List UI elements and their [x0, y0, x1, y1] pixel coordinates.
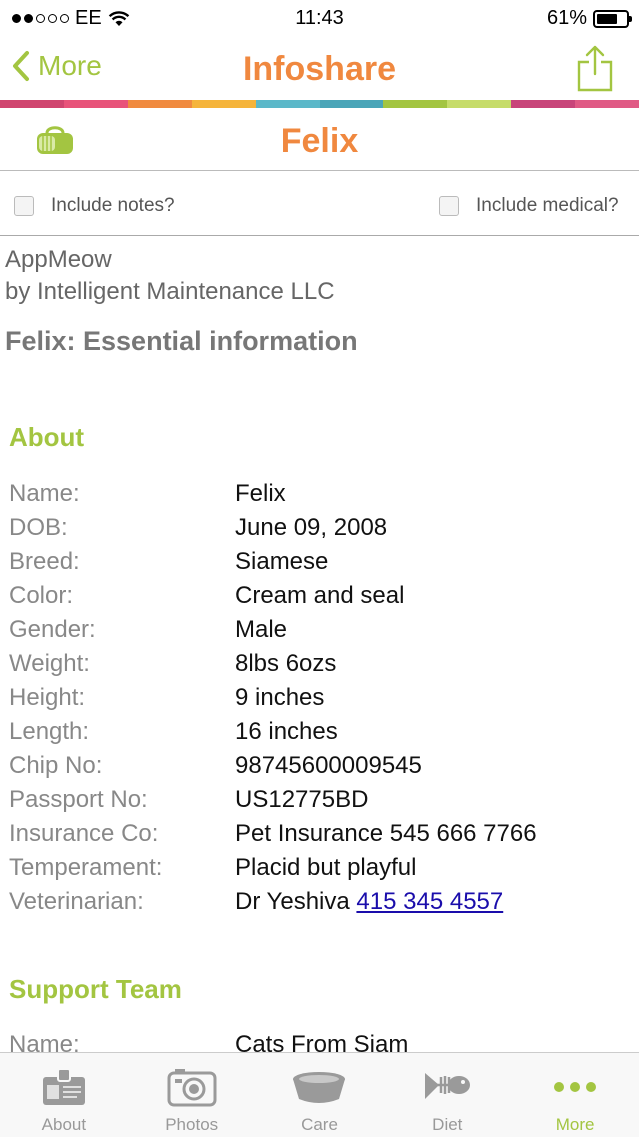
tab-label: More — [555, 1115, 595, 1134]
row-value: Cream and seal — [235, 582, 405, 609]
color-stripe — [0, 100, 639, 108]
status-bar: EE 11:43 61% — [0, 0, 639, 36]
row-value: Pet Insurance 545 666 7766 — [235, 820, 537, 847]
essential-info-title: Felix: Essential information — [5, 326, 358, 356]
infoshare-content[interactable]: AppMeow by Intelligent Maintenance LLC F… — [0, 236, 639, 1052]
include-notes-checkbox[interactable]: Include notes? — [14, 195, 175, 217]
row-value: June 09, 2008 — [235, 514, 388, 541]
tab-diet[interactable]: Diet — [383, 1053, 511, 1137]
bowl-icon — [293, 1072, 346, 1103]
publisher: by Intelligent Maintenance LLC — [5, 278, 335, 305]
row-label: Color: — [9, 582, 74, 609]
row-label: Veterinarian: — [9, 888, 144, 915]
camera-icon — [167, 1069, 217, 1107]
row-value: Male — [235, 616, 288, 643]
more-dots-icon — [554, 1082, 597, 1092]
info-row: DOB: June 09, 2008 — [9, 514, 629, 548]
tab-label: About — [41, 1115, 87, 1134]
info-row: Passport No: US12775BD — [9, 786, 629, 820]
support-team-section-title: Support Team — [9, 974, 182, 1004]
include-notes-label: Include notes? — [51, 195, 175, 216]
vet-name: Dr Yeshiva — [235, 888, 350, 915]
info-row: Insurance Co: Pet Insurance 545 666 7766 — [9, 820, 629, 854]
info-row: Chip No: 98745600009545 — [9, 752, 629, 786]
info-row: Color: Cream and seal — [9, 582, 629, 616]
include-medical-checkbox[interactable]: Include medical? — [439, 195, 619, 217]
share-button[interactable] — [577, 44, 613, 97]
info-row: Temperament: Placid but playful — [9, 854, 629, 888]
row-label: Name: — [9, 480, 80, 507]
row-value: Dr Yeshiva 415 345 4557 — [235, 888, 503, 916]
row-label: DOB: — [9, 514, 68, 541]
row-value: Siamese — [235, 548, 329, 575]
row-label: Length: — [9, 718, 90, 745]
info-row: Length: 16 inches — [9, 718, 629, 752]
pet-header: Felix — [0, 108, 639, 171]
info-row: Weight: 8lbs 6ozs — [9, 650, 629, 684]
row-value: Cats From Siam — [235, 1031, 409, 1052]
info-row: Breed: Siamese — [9, 548, 629, 582]
app-credit: AppMeow by Intelligent Maintenance LLC — [5, 244, 335, 308]
include-medical-label: Include medical? — [476, 195, 619, 216]
info-row: Name: Cats From Siam — [9, 1031, 629, 1052]
row-value: US12775BD — [235, 786, 369, 813]
tab-label: Care — [301, 1115, 338, 1134]
row-value: 8lbs 6ozs — [235, 650, 337, 677]
info-row: Gender: Male — [9, 616, 629, 650]
row-value: 9 inches — [235, 684, 325, 711]
about-section-title: About — [9, 422, 85, 452]
row-label: Gender: — [9, 616, 96, 643]
vet-phone-link[interactable]: 415 345 4557 — [356, 888, 503, 915]
app-name: AppMeow — [5, 246, 112, 273]
clock: 11:43 — [295, 7, 344, 29]
row-value: Felix — [235, 480, 286, 507]
row-value: 98745600009545 — [235, 752, 422, 779]
row-label: Name: — [9, 1031, 80, 1052]
row-label: Temperament: — [9, 854, 163, 881]
battery-icon — [593, 9, 632, 28]
row-label: Insurance Co: — [9, 820, 159, 847]
tab-label: Diet — [432, 1115, 463, 1134]
battery-status: 61% — [546, 7, 632, 30]
row-value: 16 inches — [235, 718, 338, 745]
checkbox-box[interactable] — [439, 196, 459, 216]
row-value: Placid but playful — [235, 854, 417, 881]
navigation-bar: More Infoshare — [0, 36, 639, 100]
tab-bar: About Photos Care Diet More — [0, 1052, 639, 1137]
pet-name-title: Felix — [280, 122, 359, 160]
row-label: Breed: — [9, 548, 80, 575]
info-row-veterinarian: Veterinarian: Dr Yeshiva 415 345 4557 — [9, 888, 629, 922]
fishbone-icon — [425, 1073, 471, 1099]
checkbox-box[interactable] — [14, 196, 34, 216]
share-options: Include notes? Include medical? — [0, 171, 639, 236]
info-row: Name: Felix — [9, 480, 629, 514]
page-title: Infoshare — [242, 50, 397, 88]
tab-care[interactable]: Care — [256, 1053, 384, 1137]
info-row: Height: 9 inches — [9, 684, 629, 718]
row-label: Chip No: — [9, 752, 103, 779]
row-label: Passport No: — [9, 786, 148, 813]
share-icon — [577, 45, 613, 92]
id-badge-icon — [42, 1068, 85, 1105]
tab-photos[interactable]: Photos — [128, 1053, 256, 1137]
row-label: Height: — [9, 684, 86, 711]
row-label: Weight: — [9, 650, 90, 677]
tab-label: Photos — [165, 1115, 219, 1134]
tab-more[interactable]: More — [511, 1053, 639, 1137]
tab-about[interactable]: About — [0, 1053, 128, 1137]
battery-percent: 61% — [546, 7, 587, 29]
